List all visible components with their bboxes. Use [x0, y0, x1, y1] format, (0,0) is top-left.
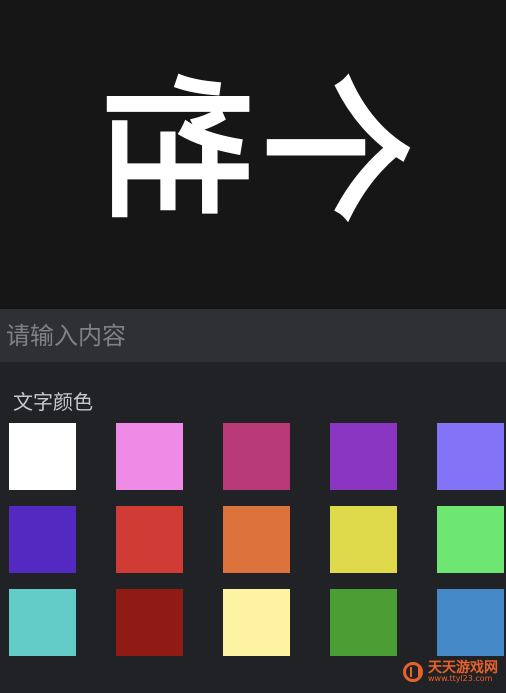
text-preview-canvas: 个性 [0, 0, 506, 309]
color-swatch[interactable] [437, 589, 504, 656]
content-input[interactable] [0, 309, 506, 362]
watermark-title: 天天游戏网 [428, 660, 498, 676]
preview-text: 个性 [93, 47, 413, 221]
color-swatch[interactable] [223, 506, 290, 573]
watermark: 天天游戏网 www.ttyl23.com [403, 661, 498, 683]
text-color-label: 文字颜色 [13, 390, 93, 414]
color-swatch[interactable] [9, 506, 76, 573]
color-swatch[interactable] [437, 423, 504, 490]
color-swatch[interactable] [437, 506, 504, 573]
watermark-logo-icon [403, 662, 423, 682]
color-swatch[interactable] [9, 423, 76, 490]
color-swatch[interactable] [116, 589, 183, 656]
color-panel: 文字颜色 天天游戏网 www.ttyl23.com [0, 362, 506, 693]
color-swatch[interactable] [116, 506, 183, 573]
color-swatch[interactable] [330, 589, 397, 656]
color-swatch[interactable] [116, 423, 183, 490]
color-swatch[interactable] [9, 589, 76, 656]
watermark-url: www.ttyl23.com [428, 674, 493, 683]
color-swatch[interactable] [223, 589, 290, 656]
color-swatch[interactable] [330, 506, 397, 573]
color-swatch[interactable] [330, 423, 397, 490]
color-swatch[interactable] [223, 423, 290, 490]
